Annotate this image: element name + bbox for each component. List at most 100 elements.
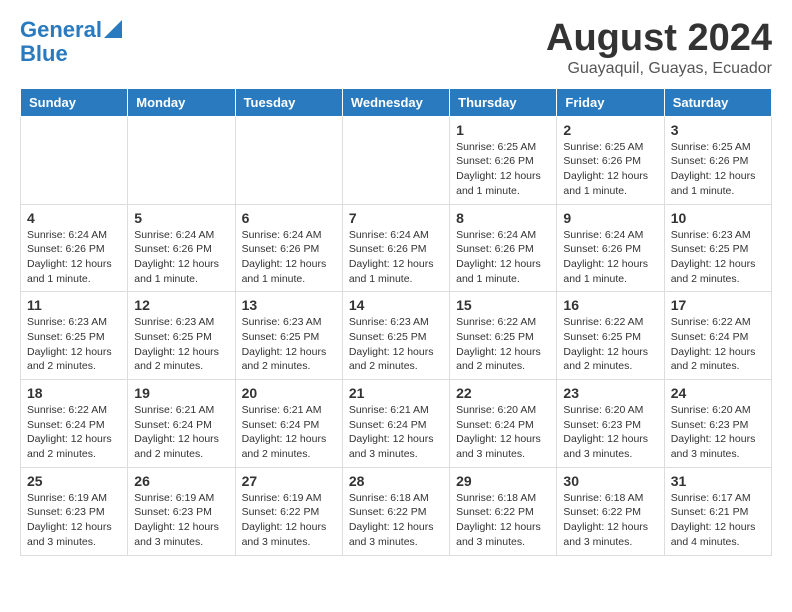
calendar-week-row: 18Sunrise: 6:22 AM Sunset: 6:24 PM Dayli…: [21, 380, 772, 468]
logo: General Blue: [20, 18, 122, 66]
day-number: 21: [349, 385, 443, 401]
day-info: Sunrise: 6:18 AM Sunset: 6:22 PM Dayligh…: [563, 491, 657, 550]
day-info: Sunrise: 6:17 AM Sunset: 6:21 PM Dayligh…: [671, 491, 765, 550]
day-number: 20: [242, 385, 336, 401]
day-info: Sunrise: 6:23 AM Sunset: 6:25 PM Dayligh…: [671, 228, 765, 287]
calendar-wrapper: SundayMondayTuesdayWednesdayThursdayFrid…: [0, 88, 792, 566]
day-number: 3: [671, 122, 765, 138]
calendar-cell: 8 Sunrise: 6:24 AM Sunset: 6:26 PM Daylig…: [450, 204, 557, 292]
day-info: Sunrise: 6:21 AM Sunset: 6:24 PM Dayligh…: [242, 403, 336, 462]
calendar-cell: 9 Sunrise: 6:24 AM Sunset: 6:26 PM Daylig…: [557, 204, 664, 292]
title-block: August 2024 Guayaquil, Guayas, Ecuador: [546, 18, 772, 78]
day-info: Sunrise: 6:20 AM Sunset: 6:23 PM Dayligh…: [671, 403, 765, 462]
day-number: 5: [134, 210, 228, 226]
day-of-week-header: Wednesday: [342, 88, 449, 116]
day-of-week-header: Thursday: [450, 88, 557, 116]
day-info: Sunrise: 6:21 AM Sunset: 6:24 PM Dayligh…: [349, 403, 443, 462]
day-info: Sunrise: 6:18 AM Sunset: 6:22 PM Dayligh…: [456, 491, 550, 550]
day-info: Sunrise: 6:22 AM Sunset: 6:25 PM Dayligh…: [563, 315, 657, 374]
day-of-week-header: Tuesday: [235, 88, 342, 116]
day-of-week-header: Saturday: [664, 88, 771, 116]
day-number: 11: [27, 297, 121, 313]
header-row: SundayMondayTuesdayWednesdayThursdayFrid…: [21, 88, 772, 116]
calendar-cell: 25Sunrise: 6:19 AM Sunset: 6:23 PM Dayli…: [21, 467, 128, 555]
day-number: 13: [242, 297, 336, 313]
calendar-header: SundayMondayTuesdayWednesdayThursdayFrid…: [21, 88, 772, 116]
calendar-cell: [128, 116, 235, 204]
month-year: August 2024: [546, 18, 772, 60]
day-number: 4: [27, 210, 121, 226]
calendar-table: SundayMondayTuesdayWednesdayThursdayFrid…: [20, 88, 772, 556]
calendar-cell: 23 Sunrise: 6:20 AM Sunset: 6:23 PM Dayli…: [557, 380, 664, 468]
calendar-cell: 24 Sunrise: 6:20 AM Sunset: 6:23 PM Dayli…: [664, 380, 771, 468]
day-info: Sunrise: 6:23 AM Sunset: 6:25 PM Dayligh…: [242, 315, 336, 374]
calendar-cell: 18Sunrise: 6:22 AM Sunset: 6:24 PM Dayli…: [21, 380, 128, 468]
day-info: Sunrise: 6:23 AM Sunset: 6:25 PM Dayligh…: [27, 315, 121, 374]
calendar-cell: 22Sunrise: 6:20 AM Sunset: 6:24 PM Dayli…: [450, 380, 557, 468]
day-of-week-header: Sunday: [21, 88, 128, 116]
day-number: 28: [349, 473, 443, 489]
calendar-cell: 5 Sunrise: 6:24 AM Sunset: 6:26 PM Daylig…: [128, 204, 235, 292]
day-info: Sunrise: 6:20 AM Sunset: 6:24 PM Dayligh…: [456, 403, 550, 462]
day-number: 24: [671, 385, 765, 401]
logo-text: General: [20, 18, 102, 42]
calendar-cell: 2Sunrise: 6:25 AM Sunset: 6:26 PM Daylig…: [557, 116, 664, 204]
day-info: Sunrise: 6:19 AM Sunset: 6:23 PM Dayligh…: [134, 491, 228, 550]
calendar-cell: 19Sunrise: 6:21 AM Sunset: 6:24 PM Dayli…: [128, 380, 235, 468]
day-number: 23: [563, 385, 657, 401]
calendar-week-row: 11 Sunrise: 6:23 AM Sunset: 6:25 PM Dayli…: [21, 292, 772, 380]
day-number: 14: [349, 297, 443, 313]
calendar-cell: 7 Sunrise: 6:24 AM Sunset: 6:26 PM Daylig…: [342, 204, 449, 292]
day-of-week-header: Monday: [128, 88, 235, 116]
calendar-cell: 31Sunrise: 6:17 AM Sunset: 6:21 PM Dayli…: [664, 467, 771, 555]
day-info: Sunrise: 6:25 AM Sunset: 6:26 PM Dayligh…: [563, 140, 657, 199]
day-info: Sunrise: 6:20 AM Sunset: 6:23 PM Dayligh…: [563, 403, 657, 462]
day-info: Sunrise: 6:25 AM Sunset: 6:26 PM Dayligh…: [456, 140, 550, 199]
calendar-cell: 12 Sunrise: 6:23 AM Sunset: 6:25 PM Dayli…: [128, 292, 235, 380]
calendar-week-row: 1 Sunrise: 6:25 AM Sunset: 6:26 PM Daylig…: [21, 116, 772, 204]
calendar-week-row: 25 Sunrise: 6:19 AM Sunset: 6:23 PM Dayli…: [21, 467, 772, 555]
day-number: 6: [242, 210, 336, 226]
calendar-cell: 20 Sunrise: 6:21 AM Sunset: 6:24 PM Dayli…: [235, 380, 342, 468]
day-number: 1: [456, 122, 550, 138]
day-number: 12: [134, 297, 228, 313]
day-info: Sunrise: 6:24 AM Sunset: 6:26 PM Dayligh…: [563, 228, 657, 287]
day-number: 25: [27, 473, 121, 489]
day-info: Sunrise: 6:18 AM Sunset: 6:22 PM Dayligh…: [349, 491, 443, 550]
day-number: 8: [456, 210, 550, 226]
calendar-cell: 27 Sunrise: 6:19 AM Sunset: 6:22 PM Dayli…: [235, 467, 342, 555]
calendar-cell: 28 Sunrise: 6:18 AM Sunset: 6:22 PM Dayli…: [342, 467, 449, 555]
day-info: Sunrise: 6:21 AM Sunset: 6:24 PM Dayligh…: [134, 403, 228, 462]
day-number: 9: [563, 210, 657, 226]
day-info: Sunrise: 6:24 AM Sunset: 6:26 PM Dayligh…: [27, 228, 121, 287]
day-number: 10: [671, 210, 765, 226]
day-info: Sunrise: 6:19 AM Sunset: 6:22 PM Dayligh…: [242, 491, 336, 550]
day-number: 7: [349, 210, 443, 226]
day-info: Sunrise: 6:23 AM Sunset: 6:25 PM Dayligh…: [134, 315, 228, 374]
day-number: 15: [456, 297, 550, 313]
day-info: Sunrise: 6:22 AM Sunset: 6:24 PM Dayligh…: [27, 403, 121, 462]
calendar-cell: 3 Sunrise: 6:25 AM Sunset: 6:26 PM Daylig…: [664, 116, 771, 204]
calendar-cell: 17 Sunrise: 6:22 AM Sunset: 6:24 PM Dayli…: [664, 292, 771, 380]
calendar-cell: 21 Sunrise: 6:21 AM Sunset: 6:24 PM Dayli…: [342, 380, 449, 468]
day-number: 29: [456, 473, 550, 489]
calendar-cell: [342, 116, 449, 204]
day-info: Sunrise: 6:24 AM Sunset: 6:26 PM Dayligh…: [134, 228, 228, 287]
page-container: General Blue August 2024 Guayaquil, Guay…: [0, 0, 792, 566]
day-info: Sunrise: 6:25 AM Sunset: 6:26 PM Dayligh…: [671, 140, 765, 199]
header: General Blue August 2024 Guayaquil, Guay…: [0, 0, 792, 88]
day-info: Sunrise: 6:24 AM Sunset: 6:26 PM Dayligh…: [349, 228, 443, 287]
day-info: Sunrise: 6:22 AM Sunset: 6:24 PM Dayligh…: [671, 315, 765, 374]
day-info: Sunrise: 6:24 AM Sunset: 6:26 PM Dayligh…: [456, 228, 550, 287]
day-info: Sunrise: 6:23 AM Sunset: 6:25 PM Dayligh…: [349, 315, 443, 374]
day-number: 27: [242, 473, 336, 489]
calendar-cell: 13 Sunrise: 6:23 AM Sunset: 6:25 PM Dayli…: [235, 292, 342, 380]
day-number: 17: [671, 297, 765, 313]
day-number: 26: [134, 473, 228, 489]
day-number: 16: [563, 297, 657, 313]
calendar-body: 1 Sunrise: 6:25 AM Sunset: 6:26 PM Daylig…: [21, 116, 772, 555]
calendar-cell: 4 Sunrise: 6:24 AM Sunset: 6:26 PM Daylig…: [21, 204, 128, 292]
calendar-cell: 10 Sunrise: 6:23 AM Sunset: 6:25 PM Dayli…: [664, 204, 771, 292]
day-number: 30: [563, 473, 657, 489]
logo-general: General: [20, 17, 102, 42]
